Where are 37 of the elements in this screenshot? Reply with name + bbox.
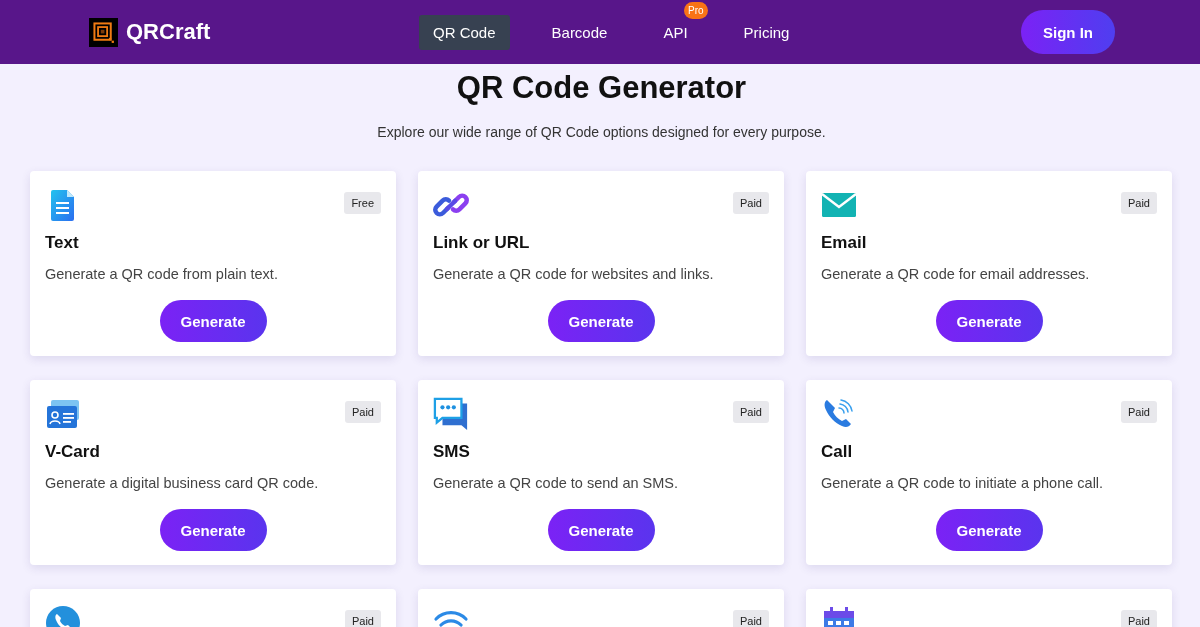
generate-button[interactable]: Generate <box>159 509 267 551</box>
tier-badge: Paid <box>732 401 769 423</box>
card-description: Generate a QR code to initiate a phone call. <box>821 475 1105 491</box>
page-subtitle: Explore our wide range of QR Code options designed for every purpose. <box>376 124 827 140</box>
card-title: SMS <box>433 442 471 462</box>
sign-in-button[interactable]: Sign In <box>1021 10 1115 54</box>
card-description: Generate a QR code for email addresses. <box>821 266 1091 282</box>
card-description: Generate a digital business card QR code. <box>45 475 320 491</box>
card-title: Email <box>821 233 868 253</box>
nav-link[interactable]: QR Code <box>419 14 510 50</box>
brand-name[interactable]: QRCraft <box>126 19 211 45</box>
card-title: Text <box>45 233 80 253</box>
pro-badge: Pro <box>684 1 708 19</box>
card-title: V-Card <box>45 442 101 462</box>
tier-badge: Paid <box>1120 610 1157 627</box>
tier-badge: Paid <box>344 610 381 627</box>
generate-button[interactable]: Generate <box>935 509 1043 551</box>
card-title: Link or URL <box>433 233 531 253</box>
chat-bubble-icon <box>433 396 469 432</box>
tier-badge: Free <box>344 192 381 214</box>
card-title: Call <box>821 442 854 462</box>
tier-badge: Paid <box>1120 192 1157 214</box>
generate-button[interactable]: Generate <box>935 300 1043 342</box>
card-description: Generate a QR code for websites and links. <box>433 266 715 282</box>
nav-link[interactable]: Barcode <box>537 14 622 50</box>
nav-link[interactable]: Pricing <box>729 14 804 50</box>
tier-badge: Paid <box>1120 401 1157 423</box>
card-description: Generate a QR code to send an SMS. <box>433 475 680 491</box>
generate-button[interactable]: Generate <box>159 300 267 342</box>
card-description: Generate a QR code from plain text. <box>45 266 279 282</box>
generate-button[interactable]: Generate <box>547 509 655 551</box>
tier-badge: Paid <box>732 192 769 214</box>
tier-badge: Paid <box>732 610 769 627</box>
logo-icon <box>89 17 118 47</box>
tier-badge: Paid <box>344 401 381 423</box>
page-title: QR Code Generator <box>455 70 748 106</box>
generate-button[interactable]: Generate <box>547 300 655 342</box>
